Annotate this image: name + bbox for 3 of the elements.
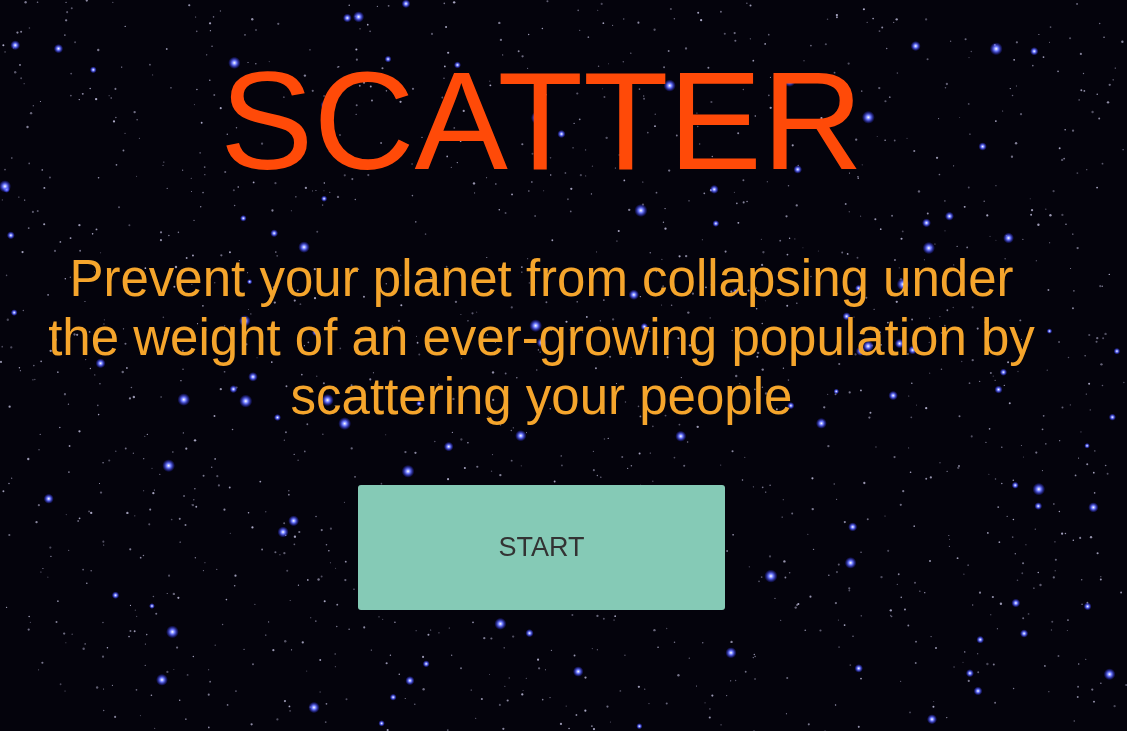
- tagline-text: Prevent your planet from collapsing under the weight of an ever-growing population by scattering your people: [47, 249, 1036, 426]
- start-button[interactable]: START: [358, 485, 725, 610]
- game-title: SCATTER: [220, 46, 863, 196]
